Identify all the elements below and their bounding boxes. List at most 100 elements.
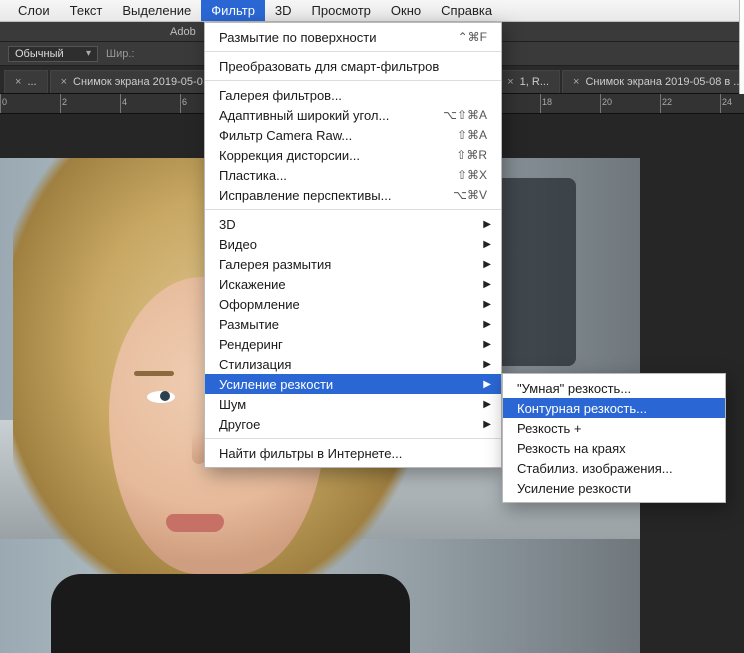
menu-shortcut: ⌥⇧⌘A xyxy=(443,108,487,122)
submenu-item[interactable]: Усиление резкости xyxy=(503,478,725,498)
menu-item-label: Рендеринг xyxy=(219,337,283,352)
menu-separator xyxy=(205,438,501,439)
menu-item[interactable]: Адаптивный широкий угол... ⌥⇧⌘A xyxy=(205,105,501,125)
menu-shortcut: ⌥⌘V xyxy=(453,188,487,202)
close-icon[interactable]: × xyxy=(15,76,21,88)
document-tab[interactable]: × 1, R... xyxy=(496,70,560,93)
menu-item[interactable]: Стилизация ▶ xyxy=(205,354,501,374)
tab-label: 1, R... xyxy=(520,76,549,88)
menu-item[interactable]: Рендеринг ▶ xyxy=(205,334,501,354)
menubar-item-3d[interactable]: 3D xyxy=(265,0,302,21)
menu-item[interactable]: Фильтр Camera Raw... ⇧⌘A xyxy=(205,125,501,145)
menu-item-label: Видео xyxy=(219,237,257,252)
menu-item[interactable]: Коррекция дисторсии...⇧⌘R xyxy=(205,145,501,165)
document-tab[interactable]: × Снимок экрана 2019-05-0... xyxy=(50,70,223,93)
submenu-arrow-icon: ▶ xyxy=(483,339,491,350)
menu-item-label: Коррекция дисторсии... xyxy=(219,148,360,163)
submenu-arrow-icon: ▶ xyxy=(483,219,491,230)
ruler-label: 6 xyxy=(182,97,187,107)
ruler-label: 4 xyxy=(122,97,127,107)
submenu-item[interactable]: Стабилиз. изображения... xyxy=(503,458,725,478)
tab-label: ... xyxy=(27,76,36,88)
menu-shortcut: ⇧⌘X xyxy=(457,168,487,182)
filter-menu[interactable]: Размытие по поверхности⌃⌘F Преобразовать … xyxy=(204,22,502,468)
document-tab[interactable]: ×Снимок экрана 2019-05-08 в ... xyxy=(562,70,742,93)
submenu-item[interactable]: Резкость + xyxy=(503,418,725,438)
submenu-arrow-icon: ▶ xyxy=(483,359,491,370)
menu-item-label: Преобразовать для смарт-фильтров xyxy=(219,59,439,74)
submenu-item[interactable]: "Умная" резкость... xyxy=(503,378,725,398)
menu-item-label: Стилизация xyxy=(219,357,291,372)
submenu-arrow-icon: ▶ xyxy=(483,419,491,430)
menu-separator xyxy=(205,80,501,81)
menu-shortcut: ⇧⌘A xyxy=(457,128,487,142)
menu-item-label: Стабилиз. изображения... xyxy=(517,461,673,476)
width-label: Шир.: xyxy=(106,48,134,60)
menu-item-label: 3D xyxy=(219,217,236,232)
tab-label: Снимок экрана 2019-05-0... xyxy=(73,76,212,88)
menu-item-label: Пластика... xyxy=(219,168,287,183)
submenu-arrow-icon: ▶ xyxy=(483,319,491,330)
menu-item-label: Шум xyxy=(219,397,246,412)
menu-separator xyxy=(205,209,501,210)
submenu-arrow-icon: ▶ xyxy=(483,399,491,410)
menu-separator xyxy=(205,51,501,52)
menubar: СлоиТекстВыделениеФильтр3DПросмотрОкноСп… xyxy=(0,0,744,22)
submenu-arrow-icon: ▶ xyxy=(483,259,491,270)
menu-item-label: Размытие xyxy=(219,317,279,332)
menu-item[interactable]: Оформление ▶ xyxy=(205,294,501,314)
menu-item[interactable]: Галерея размытия▶ xyxy=(205,254,501,274)
menu-item-label: Размытие по поверхности xyxy=(219,30,376,45)
blend-mode-value: Обычный xyxy=(15,48,64,60)
menu-item-last-filter[interactable]: Размытие по поверхности⌃⌘F xyxy=(205,27,501,47)
menu-item-label: Резкость + xyxy=(517,421,582,436)
menu-item[interactable]: Исправление перспективы...⌥⌘V xyxy=(205,185,501,205)
menu-item-label: Галерея фильтров... xyxy=(219,88,342,103)
menu-item[interactable]: Пластика... ⇧⌘X xyxy=(205,165,501,185)
menu-item-label: Усиление резкости xyxy=(517,481,631,496)
submenu-item[interactable]: Резкость на краях xyxy=(503,438,725,458)
menu-item-label: Искажение xyxy=(219,277,286,292)
ruler-label: 22 xyxy=(662,97,672,107)
submenu-item-unsharp-mask[interactable]: Контурная резкость... xyxy=(503,398,725,418)
ruler-label: 0 xyxy=(2,97,7,107)
menu-item-label: Фильтр Camera Raw... xyxy=(219,128,352,143)
close-icon[interactable]: × xyxy=(61,76,67,88)
chevron-down-icon: ▾ xyxy=(86,48,91,59)
menu-item-convert-smart[interactable]: Преобразовать для смарт-фильтров xyxy=(205,56,501,76)
blend-mode-dropdown[interactable]: Обычный ▾ xyxy=(8,46,98,62)
menubar-item-выделение[interactable]: Выделение xyxy=(112,0,201,21)
ruler-label: 20 xyxy=(602,97,612,107)
menu-item[interactable]: Шум ▶ xyxy=(205,394,501,414)
ruler-label: 24 xyxy=(722,97,732,107)
menu-item-label: Другое xyxy=(219,417,260,432)
document-tab[interactable]: ×... xyxy=(4,70,48,93)
submenu-arrow-icon: ▶ xyxy=(483,279,491,290)
menu-item-browse-filters[interactable]: Найти фильтры в Интернете... xyxy=(205,443,501,463)
menu-item[interactable]: Другое ▶ xyxy=(205,414,501,434)
menubar-item-фильтр[interactable]: Фильтр xyxy=(201,0,265,21)
submenu-arrow-icon: ▶ xyxy=(483,379,491,390)
menu-item-label: Усиление резкости xyxy=(219,377,333,392)
ruler-label: 18 xyxy=(542,97,552,107)
menu-item-label: Адаптивный широкий угол... xyxy=(219,108,389,123)
menubar-item-справка[interactable]: Справка xyxy=(431,0,502,21)
submenu-arrow-icon: ▶ xyxy=(483,239,491,250)
sharpen-submenu[interactable]: "Умная" резкость... Контурная резкость...… xyxy=(502,373,726,503)
menubar-item-окно[interactable]: Окно xyxy=(381,0,431,21)
menubar-item-текст[interactable]: Текст xyxy=(60,0,113,21)
menu-item[interactable]: Видео ▶ xyxy=(205,234,501,254)
menu-item-label: Оформление xyxy=(219,297,300,312)
menubar-item-слои[interactable]: Слои xyxy=(8,0,60,21)
menu-item-label: "Умная" резкость... xyxy=(517,381,631,396)
menu-item[interactable]: Размытие ▶ xyxy=(205,314,501,334)
menu-item[interactable]: Галерея фильтров... xyxy=(205,85,501,105)
menubar-item-просмотр[interactable]: Просмотр xyxy=(302,0,381,21)
menu-item[interactable]: 3D ▶ xyxy=(205,214,501,234)
menu-item[interactable]: Искажение ▶ xyxy=(205,274,501,294)
menu-item-label: Резкость на краях xyxy=(517,441,626,456)
close-icon[interactable]: × xyxy=(507,76,513,88)
close-icon[interactable]: × xyxy=(573,76,579,88)
submenu-arrow-icon: ▶ xyxy=(483,299,491,310)
menu-item-sharpen[interactable]: Усиление резкости ▶ xyxy=(205,374,501,394)
